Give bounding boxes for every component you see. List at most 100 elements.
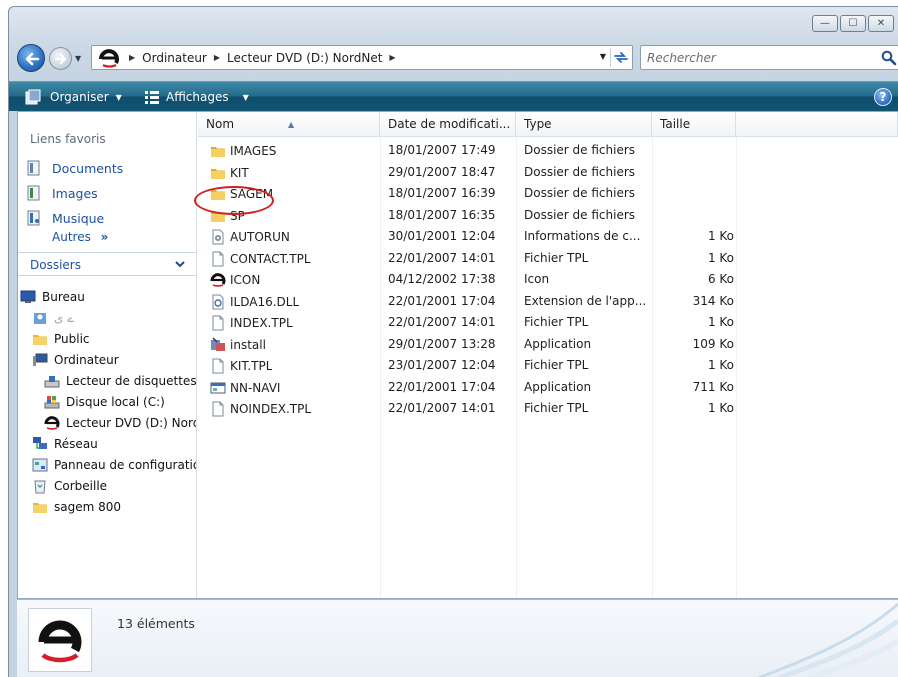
views-icon: [145, 91, 159, 104]
file-row-autorun[interactable]: AUTORUN 30/01/2001 12:04 Informations de c…: [198, 226, 748, 247]
file-type: Dossier de fichiers: [524, 143, 636, 157]
search-icon[interactable]: [881, 50, 897, 66]
file-date: 22/01/2007 14:01: [388, 315, 496, 329]
tree-item-sagem-800[interactable]: sagem 800: [32, 497, 121, 517]
file-row-ilda16-dll[interactable]: ILDA16.DLL 22/01/2001 17:04 Extension de l…: [198, 291, 748, 312]
file-name: INDEX.TPL: [230, 316, 293, 330]
folder-icon: [33, 503, 47, 513]
maximize-button[interactable]: ☐: [840, 15, 866, 32]
documents-icon: [27, 160, 40, 176]
sort-ascending-icon: ▲: [288, 120, 295, 129]
tree-item-local-disk[interactable]: Disque local (C:): [44, 392, 165, 412]
file-date: 18/01/2007 17:49: [388, 143, 496, 157]
caption-buttons: — ☐ ✕: [812, 15, 894, 32]
file-name-cell: KIT: [210, 165, 249, 181]
file-size: 1 Ko: [707, 229, 734, 243]
help-button[interactable]: ?: [874, 88, 892, 106]
item-count: 13 éléments: [117, 616, 195, 631]
file-icon: [212, 401, 224, 417]
address-bar[interactable]: ▶ Ordinateur ▶ Lecteur DVD (D:) NordNet …: [91, 45, 633, 70]
search-box[interactable]: [640, 45, 898, 70]
organize-button[interactable]: Organiser ▼: [25, 88, 122, 106]
recycle-bin-icon: [34, 480, 46, 494]
file-type: Fichier TPL: [524, 401, 589, 415]
file-type: Informations de c...: [524, 229, 641, 243]
favorite-documents[interactable]: Documents: [26, 158, 123, 178]
file-type: Application: [524, 336, 592, 351]
file-row-images[interactable]: IMAGES 18/01/2007 17:49 Dossier de fichier…: [198, 140, 748, 161]
tree-item-desktop[interactable]: Bureau: [20, 287, 85, 307]
desktop-icon: [20, 290, 36, 303]
breadcrumb-chevron-icon[interactable]: ▶: [129, 53, 135, 62]
breadcrumb-dvd-drive[interactable]: Lecteur DVD (D:) NordNet: [227, 51, 382, 65]
file-size: 711 Ko: [692, 379, 734, 394]
file-name-cell: NOINDEX.TPL: [210, 401, 311, 417]
file-row-sp[interactable]: SP 18/01/2007 16:35 Dossier de fichiers: [198, 205, 748, 226]
column-header-type[interactable]: Type: [516, 112, 652, 137]
minimize-button[interactable]: —: [812, 15, 838, 32]
nordnet-icon: [99, 48, 119, 68]
file-row-contact-tpl[interactable]: CONTACT.TPL 22/01/2007 14:01 Fichier TPL 1 …: [198, 248, 748, 269]
file-row-kit-tpl[interactable]: KIT.TPL 23/01/2007 12:04 Fichier TPL 1 Ko: [198, 355, 748, 376]
file-size: 1 Ko: [707, 401, 734, 415]
file-row-index-tpl[interactable]: INDEX.TPL 22/01/2007 14:01 Fichier TPL 1 Ko: [198, 312, 748, 333]
file-name: IMAGES: [230, 144, 277, 158]
forward-button[interactable]: [49, 47, 72, 70]
breadcrumb-computer[interactable]: Ordinateur: [142, 51, 207, 65]
tree-item-public[interactable]: Public: [32, 329, 90, 349]
file-row-noindex-tpl[interactable]: NOINDEX.TPL 22/01/2007 14:01 Fichier TPL 1 …: [198, 398, 748, 419]
views-label: Affichages: [166, 90, 229, 104]
music-icon: [27, 210, 40, 226]
refresh-button[interactable]: [610, 48, 630, 67]
chevron-down-icon: [175, 261, 185, 268]
file-row-kit[interactable]: KIT 29/01/2007 18:47 Dossier de fichiers: [198, 162, 748, 183]
tree-item-control-panel[interactable]: Panneau de configuration: [32, 455, 196, 475]
address-history-dropdown[interactable]: ▼: [600, 52, 606, 61]
recent-pages-dropdown[interactable]: ▼: [75, 54, 81, 63]
favorite-images[interactable]: Images: [26, 183, 98, 203]
favorites-heading: Liens favoris: [30, 132, 106, 146]
file-type: Fichier TPL: [524, 315, 589, 329]
dll-file-icon: [212, 294, 224, 309]
file-name-cell: ILDA16.DLL: [210, 294, 299, 310]
breadcrumb-chevron-icon[interactable]: ▶: [214, 53, 220, 62]
search-input[interactable]: [641, 46, 861, 69]
tree-item-computer[interactable]: Ordinateur: [32, 350, 119, 370]
file-row-sagem[interactable]: SAGEM 18/01/2007 16:39 Dossier de fichiers: [198, 183, 748, 204]
column-header-size[interactable]: Taille: [652, 112, 736, 137]
file-date: 22/01/2001 17:04: [388, 293, 496, 308]
favorites-more-button[interactable]: Autres »: [52, 230, 108, 244]
file-icon: [212, 358, 224, 374]
command-bar: Organiser ▼ Affichages ▼ ?: [9, 81, 898, 111]
file-row-icon[interactable]: ICON 04/12/2002 17:38 Icon 6 Ko: [198, 269, 748, 290]
chevron-down-icon: ▼: [115, 92, 122, 102]
tree-item-recycle-bin[interactable]: Corbeille: [32, 476, 107, 496]
control-panel-icon: [32, 458, 48, 472]
column-header-date[interactable]: Date de modificati...: [380, 112, 516, 137]
tree-item-network[interactable]: Réseau: [32, 434, 98, 454]
folders-header[interactable]: Dossiers: [18, 252, 196, 276]
file-row-install[interactable]: install 29/01/2007 13:28 Application 109 Ko: [198, 334, 748, 355]
file-date: 29/01/2007 13:28: [388, 336, 496, 351]
details-pane: 13 éléments: [17, 599, 898, 677]
close-button[interactable]: ✕: [868, 15, 894, 32]
explorer-window: — ☐ ✕ ▼ ▶ Ordinateur ▶ Lecteur DVD (D:) …: [8, 6, 898, 677]
tree-item-floppy[interactable]: Lecteur de disquettes: [44, 371, 196, 391]
file-name-cell: KIT.TPL: [210, 358, 272, 374]
breadcrumb-chevron-icon[interactable]: ▶: [389, 53, 395, 62]
views-button[interactable]: Affichages ▼: [144, 88, 249, 106]
user-folder-icon: [34, 313, 46, 324]
file-type: Fichier TPL: [524, 250, 589, 265]
folder-icon: [33, 335, 47, 345]
tree-item-user[interactable]: ے ی: [32, 308, 74, 328]
file-name: KIT.TPL: [230, 359, 273, 373]
column-header-name[interactable]: Nom ▲: [198, 112, 380, 137]
column-header-filler: [736, 112, 898, 137]
refresh-icon: [614, 52, 628, 63]
file-name: install: [230, 337, 266, 352]
file-size: 109 Ko: [692, 336, 734, 351]
file-row-nn-navi[interactable]: NN-NAVI 22/01/2001 17:04 Application 711 Ko: [198, 377, 748, 398]
back-button[interactable]: [17, 44, 45, 72]
tree-item-dvd-drive[interactable]: Lecteur DVD (D:) NordNet: [44, 413, 196, 433]
favorite-music[interactable]: Musique: [26, 208, 104, 228]
